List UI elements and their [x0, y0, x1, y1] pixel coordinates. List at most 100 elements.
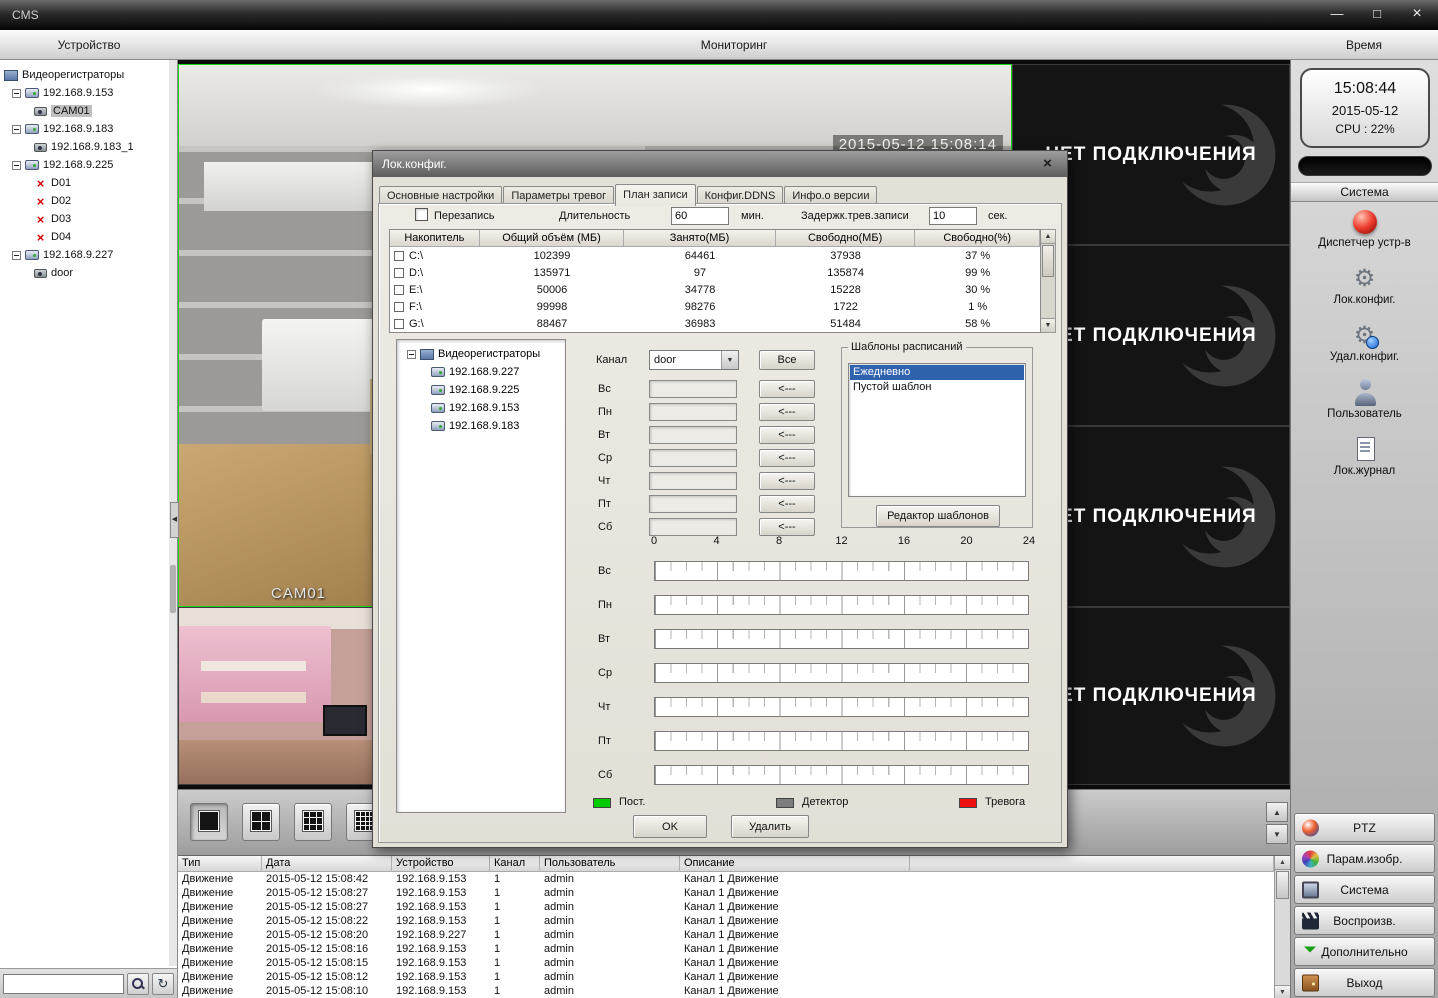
day-copy-button-0[interactable]: <---: [759, 380, 815, 398]
log-column-header[interactable]: Описание: [680, 856, 910, 872]
timeline-bar-3[interactable]: [654, 663, 1029, 683]
log-column-header[interactable]: Дата: [262, 856, 392, 872]
log-scrollbar[interactable]: ▲ ▼: [1274, 856, 1290, 998]
dialog-tree-device-192.168.9.227[interactable]: 192.168.9.227: [399, 363, 563, 381]
close-button[interactable]: ×: [1406, 5, 1428, 23]
dialog-tree-device-192.168.9.153[interactable]: 192.168.9.153: [399, 399, 563, 417]
log-column-header[interactable]: Тип: [178, 856, 262, 872]
log-row[interactable]: Движение2015-05-12 15:08:42192.168.9.153…: [178, 872, 1274, 886]
log-row[interactable]: Движение2015-05-12 15:08:15192.168.9.153…: [178, 956, 1274, 970]
tree-channel-D03[interactable]: ×D03: [0, 210, 167, 228]
scroll-thumb[interactable]: [1276, 871, 1289, 899]
drive-checkbox[interactable]: [394, 251, 404, 261]
day-schedule-field-5[interactable]: [649, 495, 737, 513]
storage-row[interactable]: F:\ 99998 98276 1722 1 %: [390, 298, 1040, 315]
timeline-bar-5[interactable]: [654, 731, 1029, 751]
channel-select[interactable]: door ▼: [649, 350, 739, 370]
layout-1-button[interactable]: [190, 803, 228, 841]
template-editor-button[interactable]: Редактор шаблонов: [876, 505, 1000, 527]
day-schedule-field-0[interactable]: [649, 380, 737, 398]
storage-row[interactable]: G:\ 88467 36983 51484 58 %: [390, 315, 1040, 332]
refresh-button[interactable]: ↻: [152, 973, 174, 995]
storage-column-header[interactable]: Общий объём (МБ): [480, 230, 625, 247]
advanced-button[interactable]: Дополнительно: [1294, 937, 1435, 966]
timeline-bar-2[interactable]: [654, 629, 1029, 649]
drive-checkbox[interactable]: [394, 302, 404, 312]
storage-row[interactable]: D:\ 135971 97 135874 99 %: [390, 264, 1040, 281]
image-params-button[interactable]: Парам.изобр.: [1294, 844, 1435, 873]
day-copy-button-5[interactable]: <---: [759, 495, 815, 513]
local-log-button[interactable]: Лок.журнал: [1291, 432, 1438, 489]
tree-device-192.168.9.225[interactable]: 192.168.9.225: [0, 156, 167, 174]
dialog-tree-device-192.168.9.225[interactable]: 192.168.9.225: [399, 381, 563, 399]
timeline-bar-0[interactable]: [654, 561, 1029, 581]
tree-channel-D01[interactable]: ×D01: [0, 174, 167, 192]
log-column-header[interactable]: Устройство: [392, 856, 490, 872]
scroll-up-icon[interactable]: ▲: [1275, 856, 1290, 870]
system-button[interactable]: Система: [1294, 875, 1435, 904]
delete-button[interactable]: Удалить: [731, 815, 809, 838]
remote-config-button[interactable]: ⚙Удал.конфиг.: [1291, 318, 1438, 375]
tree-root[interactable]: Видеорегистраторы: [0, 66, 167, 84]
tree-device-192.168.9.227[interactable]: 192.168.9.227: [0, 246, 167, 264]
template-item[interactable]: Пустой шаблон: [850, 380, 1024, 395]
channel-page-up-button[interactable]: ▲: [1266, 802, 1288, 822]
search-button[interactable]: [127, 973, 149, 995]
expander-icon[interactable]: [407, 350, 416, 359]
channel-page-down-button[interactable]: ▼: [1266, 824, 1288, 844]
log-row[interactable]: Движение2015-05-12 15:08:22192.168.9.153…: [178, 914, 1274, 928]
local-config-button[interactable]: ⚙Лок.конфиг.: [1291, 261, 1438, 318]
playback-button[interactable]: Воспроизв.: [1294, 906, 1435, 935]
storage-row[interactable]: E:\ 50006 34778 15228 30 %: [390, 281, 1040, 298]
duration-input[interactable]: [671, 207, 729, 225]
storage-row[interactable]: C:\ 102399 64461 37938 37 %: [390, 247, 1040, 264]
user-button[interactable]: Пользователь: [1291, 375, 1438, 432]
ok-button[interactable]: OK: [633, 815, 707, 838]
day-schedule-field-2[interactable]: [649, 426, 737, 444]
day-copy-button-4[interactable]: <---: [759, 472, 815, 490]
scroll-down-icon[interactable]: ▼: [1041, 318, 1055, 332]
timeline-bar-6[interactable]: [654, 765, 1029, 785]
day-copy-button-6[interactable]: <---: [759, 518, 815, 536]
scroll-up-icon[interactable]: ▲: [1041, 230, 1055, 244]
day-schedule-field-3[interactable]: [649, 449, 737, 467]
layout-4-button[interactable]: [242, 803, 280, 841]
tree-device-192.168.9.153[interactable]: 192.168.9.153: [0, 84, 167, 102]
exit-button[interactable]: Выход: [1294, 968, 1435, 997]
drive-checkbox[interactable]: [394, 268, 404, 278]
log-row[interactable]: Движение2015-05-12 15:08:12192.168.9.153…: [178, 970, 1274, 984]
minimize-button[interactable]: —: [1326, 5, 1348, 23]
tree-device-192.168.9.183[interactable]: 192.168.9.183: [0, 120, 167, 138]
scroll-thumb[interactable]: [1042, 245, 1054, 277]
tree-channel-CAM01[interactable]: CAM01: [0, 102, 167, 120]
alarm-delay-input[interactable]: [929, 207, 977, 225]
expander-icon[interactable]: [12, 251, 21, 260]
day-schedule-field-4[interactable]: [649, 472, 737, 490]
scroll-down-icon[interactable]: ▼: [1275, 985, 1290, 998]
drive-checkbox[interactable]: [394, 285, 404, 295]
overwrite-checkbox[interactable]: [415, 208, 428, 221]
maximize-button[interactable]: □: [1366, 5, 1388, 23]
ptz-button[interactable]: PTZ: [1294, 813, 1435, 842]
storage-column-header[interactable]: Накопитель: [390, 230, 480, 247]
tab-План записи[interactable]: План записи: [615, 184, 695, 206]
expander-icon[interactable]: [12, 125, 21, 134]
all-button[interactable]: Все: [759, 350, 815, 370]
dialog-close-button[interactable]: ×: [1039, 155, 1056, 172]
dialog-tree-root[interactable]: Видеорегистраторы: [399, 345, 563, 363]
drive-checkbox[interactable]: [394, 319, 404, 329]
panel-collapse-handle[interactable]: ◀: [170, 502, 179, 538]
day-copy-button-2[interactable]: <---: [759, 426, 815, 444]
storage-column-header[interactable]: Занято(МБ): [624, 230, 776, 247]
day-schedule-field-6[interactable]: [649, 518, 737, 536]
storage-column-header[interactable]: Свободно(МБ): [776, 230, 916, 247]
expander-icon[interactable]: [12, 89, 21, 98]
template-item[interactable]: Ежедневно: [850, 365, 1024, 380]
tree-channel-door[interactable]: door: [0, 264, 167, 282]
storage-table-scrollbar[interactable]: ▲ ▼: [1041, 229, 1056, 333]
log-column-header[interactable]: [910, 856, 1274, 872]
tree-channel-D02[interactable]: ×D02: [0, 192, 167, 210]
day-copy-button-3[interactable]: <---: [759, 449, 815, 467]
day-copy-button-1[interactable]: <---: [759, 403, 815, 421]
chevron-down-icon[interactable]: ▼: [721, 351, 738, 369]
